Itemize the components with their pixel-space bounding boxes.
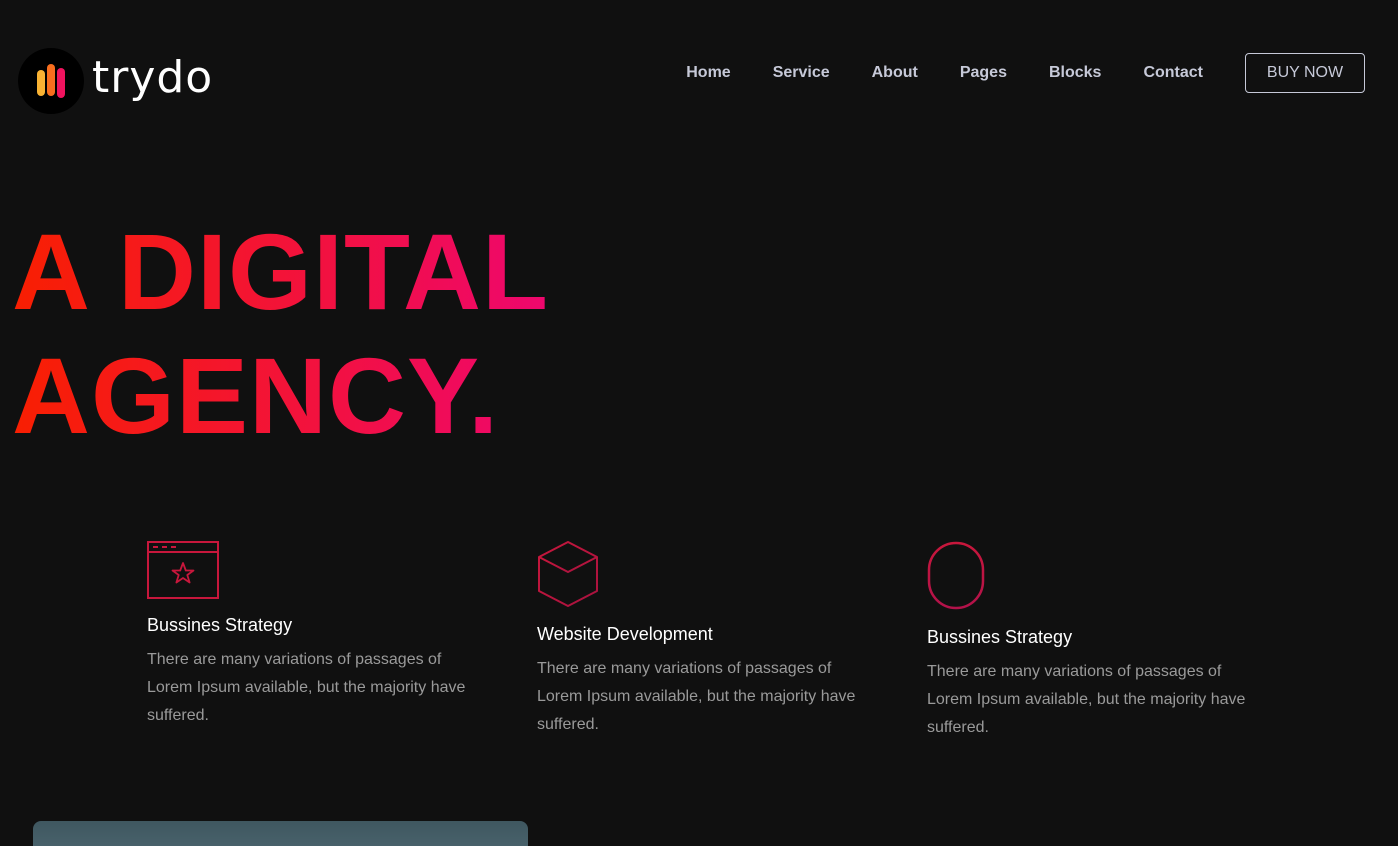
brand-logo[interactable]: trydo (18, 48, 213, 114)
service-title: Bussines Strategy (927, 627, 1073, 647)
hero-line-2: AGENCY. (12, 335, 500, 456)
featured-image (33, 821, 528, 846)
mouse-icon (927, 541, 985, 610)
browser-star-icon (147, 541, 219, 599)
logo-icon (18, 48, 84, 114)
buy-now-button[interactable]: BUY NOW (1245, 53, 1365, 93)
hero-title: A DIGITAL AGENCY. (12, 210, 549, 458)
cube-icon (538, 541, 598, 607)
hero-line-1: A DIGITAL (12, 211, 549, 332)
service-card: Website Development There are many varia… (537, 540, 867, 739)
nav-blocks[interactable]: Blocks (1049, 64, 1101, 82)
service-card: Bussines Strategy There are many variati… (927, 541, 1257, 742)
main-nav: Home Service About Pages Blocks Contact … (686, 53, 1365, 93)
brand-name: trydo (92, 52, 214, 103)
page: trydo Home Service About Pages Blocks Co… (0, 0, 1398, 846)
service-description: There are many variations of passages of… (147, 651, 466, 724)
nav-about[interactable]: About (872, 64, 918, 82)
service-title: Bussines Strategy (147, 615, 293, 635)
nav-pages[interactable]: Pages (960, 64, 1007, 82)
nav-home[interactable]: Home (686, 64, 730, 82)
service-card: Bussines Strategy There are many variati… (147, 541, 477, 730)
service-description: There are many variations of passages of… (537, 660, 856, 733)
nav-contact[interactable]: Contact (1143, 64, 1203, 82)
nav-service[interactable]: Service (773, 64, 830, 82)
service-title: Website Development (537, 624, 713, 644)
service-description: There are many variations of passages of… (927, 663, 1246, 736)
